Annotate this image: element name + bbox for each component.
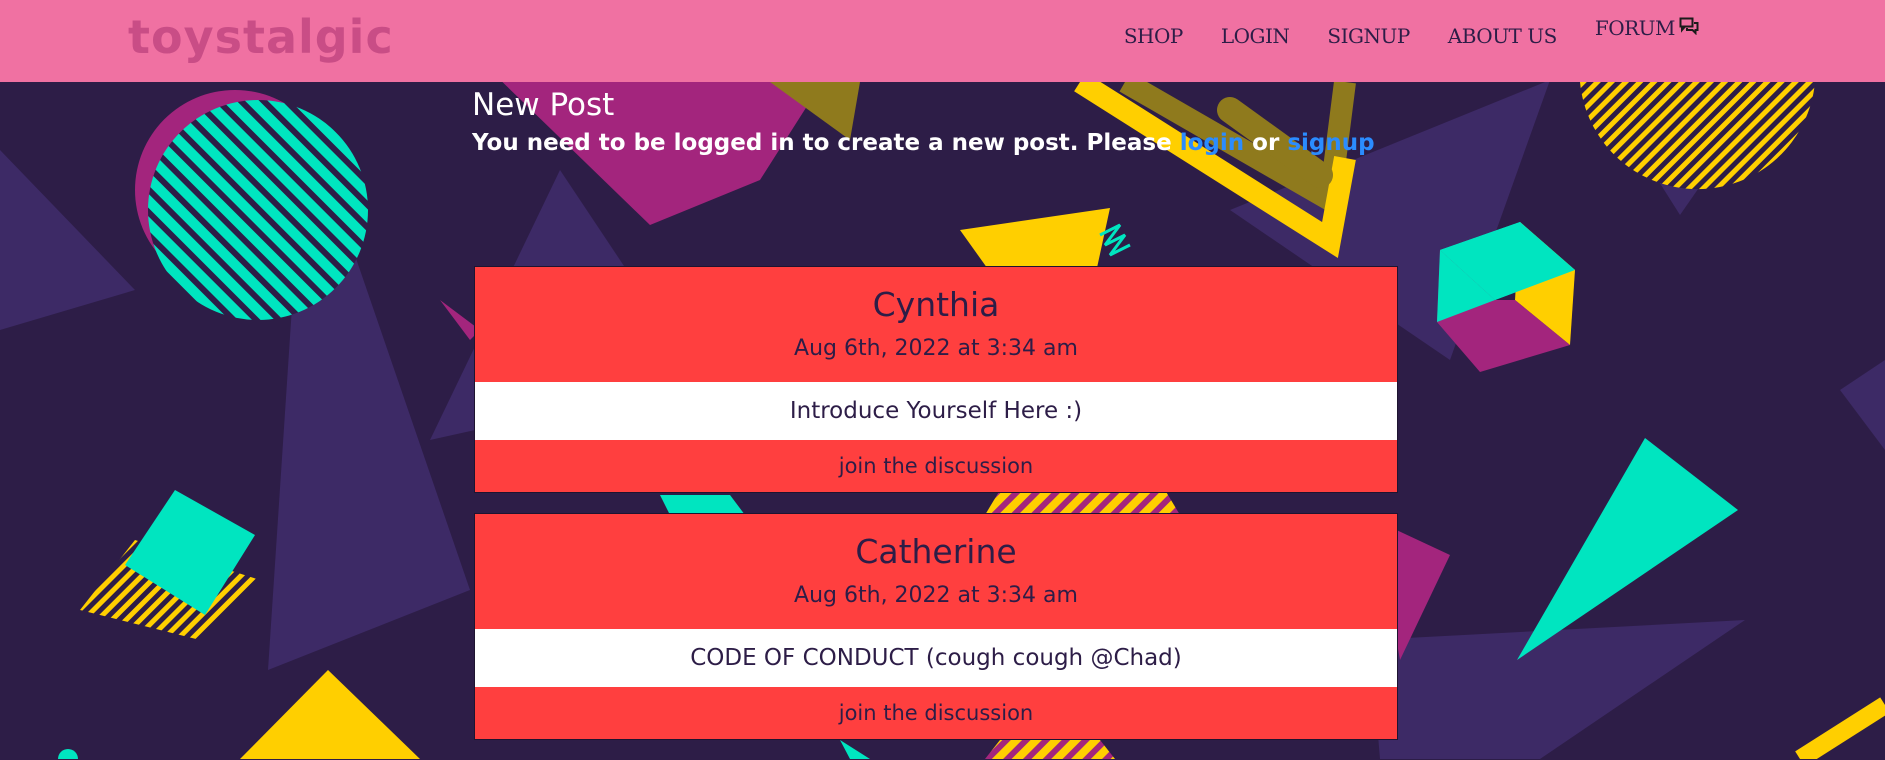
page-title: New Post: [472, 87, 615, 123]
bg-triangle: [0, 150, 135, 330]
post-date: Aug 6th, 2022 at 3:34 am: [794, 336, 1078, 361]
join-discussion-link[interactable]: join the discussion: [475, 687, 1397, 739]
post-author: Catherine: [855, 532, 1017, 571]
site-logo[interactable]: toystalgic: [128, 10, 394, 64]
post-date: Aug 6th, 2022 at 3:34 am: [794, 583, 1078, 608]
bg-triangle: [1840, 360, 1885, 450]
login-link[interactable]: login: [1180, 130, 1244, 156]
login-required-message: You need to be logged in to create a new…: [472, 126, 1402, 160]
post-card: Catherine Aug 6th, 2022 at 3:34 am CODE …: [474, 513, 1398, 740]
new-post-section: New Post You need to be logged in to cre…: [472, 84, 1402, 160]
post-author: Cynthia: [872, 285, 1000, 324]
bg-striped-circle: [148, 100, 368, 320]
join-discussion-link[interactable]: join the discussion: [475, 440, 1397, 492]
post-header: Cynthia Aug 6th, 2022 at 3:34 am: [475, 267, 1397, 382]
nav-link-shop[interactable]: SHOP: [1124, 24, 1184, 48]
bg-striped-half-circle: [1580, 82, 1815, 190]
nav-link-forum-label: FORUM: [1594, 16, 1676, 40]
post-header: Catherine Aug 6th, 2022 at 3:34 am: [475, 514, 1397, 629]
nav-links: SHOP LOGIN SIGNUP ABOUT US FORUM: [1124, 16, 1699, 48]
bg-yellow-triangle: [240, 670, 420, 759]
post-card: Cynthia Aug 6th, 2022 at 3:34 am Introdu…: [474, 266, 1398, 493]
post-title[interactable]: CODE OF CONDUCT (cough cough @Chad): [475, 629, 1397, 687]
top-navbar: toystalgic SHOP LOGIN SIGNUP ABOUT US FO…: [0, 0, 1885, 82]
nav-link-forum[interactable]: FORUM: [1595, 16, 1699, 40]
bg-triangle: [1370, 620, 1745, 759]
signup-link[interactable]: signup: [1287, 130, 1374, 156]
login-required-text: You need to be logged in to create a new…: [472, 130, 1172, 156]
or-text: or: [1252, 130, 1280, 156]
nav-link-login[interactable]: LOGIN: [1221, 24, 1290, 48]
bg-yellow-stroke: [1795, 697, 1885, 759]
post-title[interactable]: Introduce Yourself Here :): [475, 382, 1397, 440]
chat-bubbles-icon: [1679, 16, 1699, 36]
nav-link-about[interactable]: ABOUT US: [1448, 24, 1558, 48]
nav-link-signup[interactable]: SIGNUP: [1327, 24, 1410, 48]
bg-dot: [58, 749, 78, 759]
post-list: Cynthia Aug 6th, 2022 at 3:34 am Introdu…: [474, 266, 1398, 760]
